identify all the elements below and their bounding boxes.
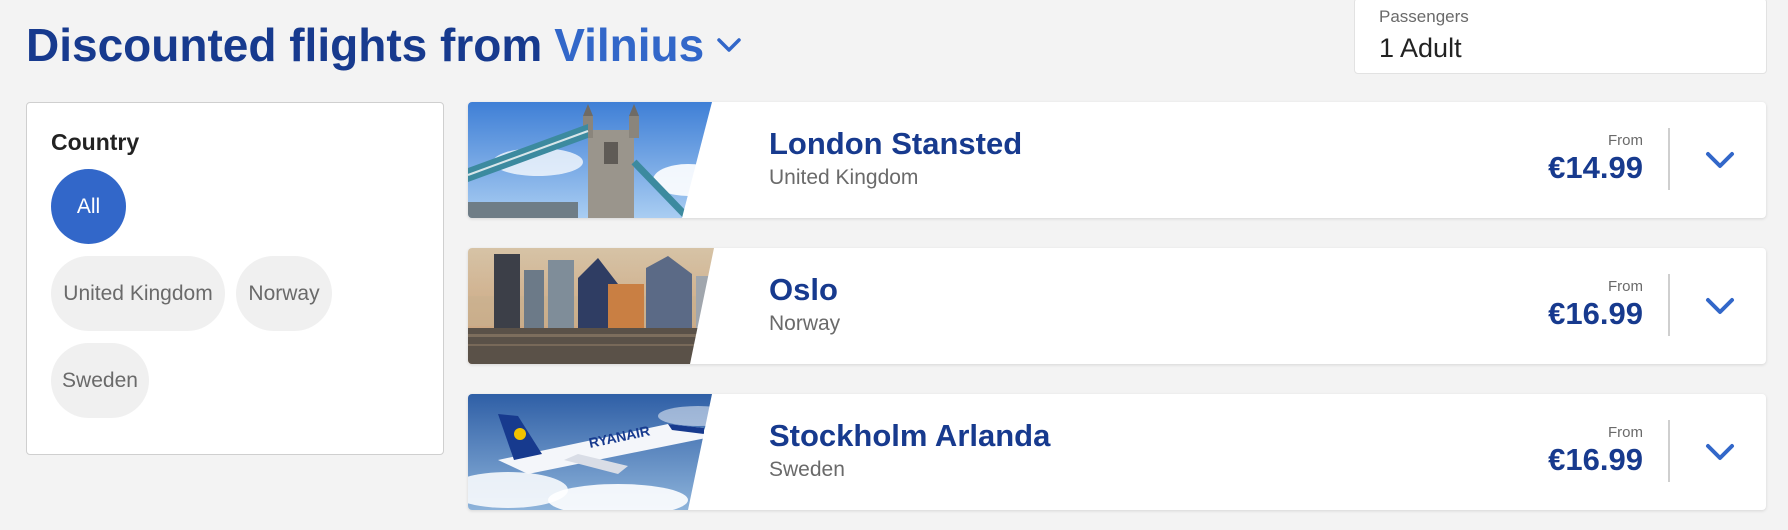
- filter-chip-united-kingdom[interactable]: United Kingdom: [51, 256, 225, 331]
- passengers-selector[interactable]: Passengers 1 Adult: [1354, 0, 1767, 74]
- price-value: €14.99: [1548, 150, 1643, 185]
- divider: [1668, 274, 1670, 336]
- ryanair-plane-image: RYANAIR: [468, 394, 738, 510]
- filter-chip-all[interactable]: All: [51, 169, 126, 244]
- country-filter-panel: Country All United Kingdom Norway Sweden: [26, 102, 444, 455]
- destination-city: Oslo: [769, 272, 838, 307]
- price-value: €16.99: [1548, 296, 1643, 331]
- destination-card[interactable]: RYANAIR Stockholm Arlanda Sweden From €1…: [468, 394, 1766, 510]
- destination-city: London Stansted: [769, 126, 1023, 161]
- price-from-label: From: [1608, 132, 1643, 149]
- tower-bridge-image: [468, 102, 738, 218]
- destination-card[interactable]: Oslo Norway From €16.99: [468, 248, 1766, 364]
- divider: [1668, 128, 1670, 190]
- destination-city: Stockholm Arlanda: [769, 418, 1051, 453]
- destination-country: Sweden: [769, 458, 845, 481]
- chevron-down-icon[interactable]: [714, 30, 744, 60]
- destination-card[interactable]: London Stansted United Kingdom From €14.…: [468, 102, 1766, 218]
- price-from-label: From: [1608, 278, 1643, 295]
- divider: [1668, 420, 1670, 482]
- price-value: €16.99: [1548, 442, 1643, 477]
- destination-country: United Kingdom: [769, 166, 919, 189]
- filter-chip-sweden[interactable]: Sweden: [51, 343, 149, 418]
- page-title-prefix: Discounted flights from: [26, 19, 543, 71]
- page-title: Discounted flights from Vilnius: [26, 18, 744, 72]
- origin-city-selector[interactable]: Vilnius: [554, 18, 704, 72]
- chevron-down-icon[interactable]: [1700, 140, 1740, 180]
- price-from-label: From: [1608, 424, 1643, 441]
- destination-country: Norway: [769, 312, 841, 335]
- chevron-down-icon[interactable]: [1700, 286, 1740, 326]
- chevron-down-icon[interactable]: [1700, 432, 1740, 472]
- passengers-value: 1 Adult: [1379, 33, 1462, 63]
- filter-chip-norway[interactable]: Norway: [236, 256, 332, 331]
- passengers-label: Passengers: [1379, 7, 1469, 26]
- country-filter-heading: Country: [51, 129, 140, 155]
- oslo-skyline-image: [468, 248, 738, 364]
